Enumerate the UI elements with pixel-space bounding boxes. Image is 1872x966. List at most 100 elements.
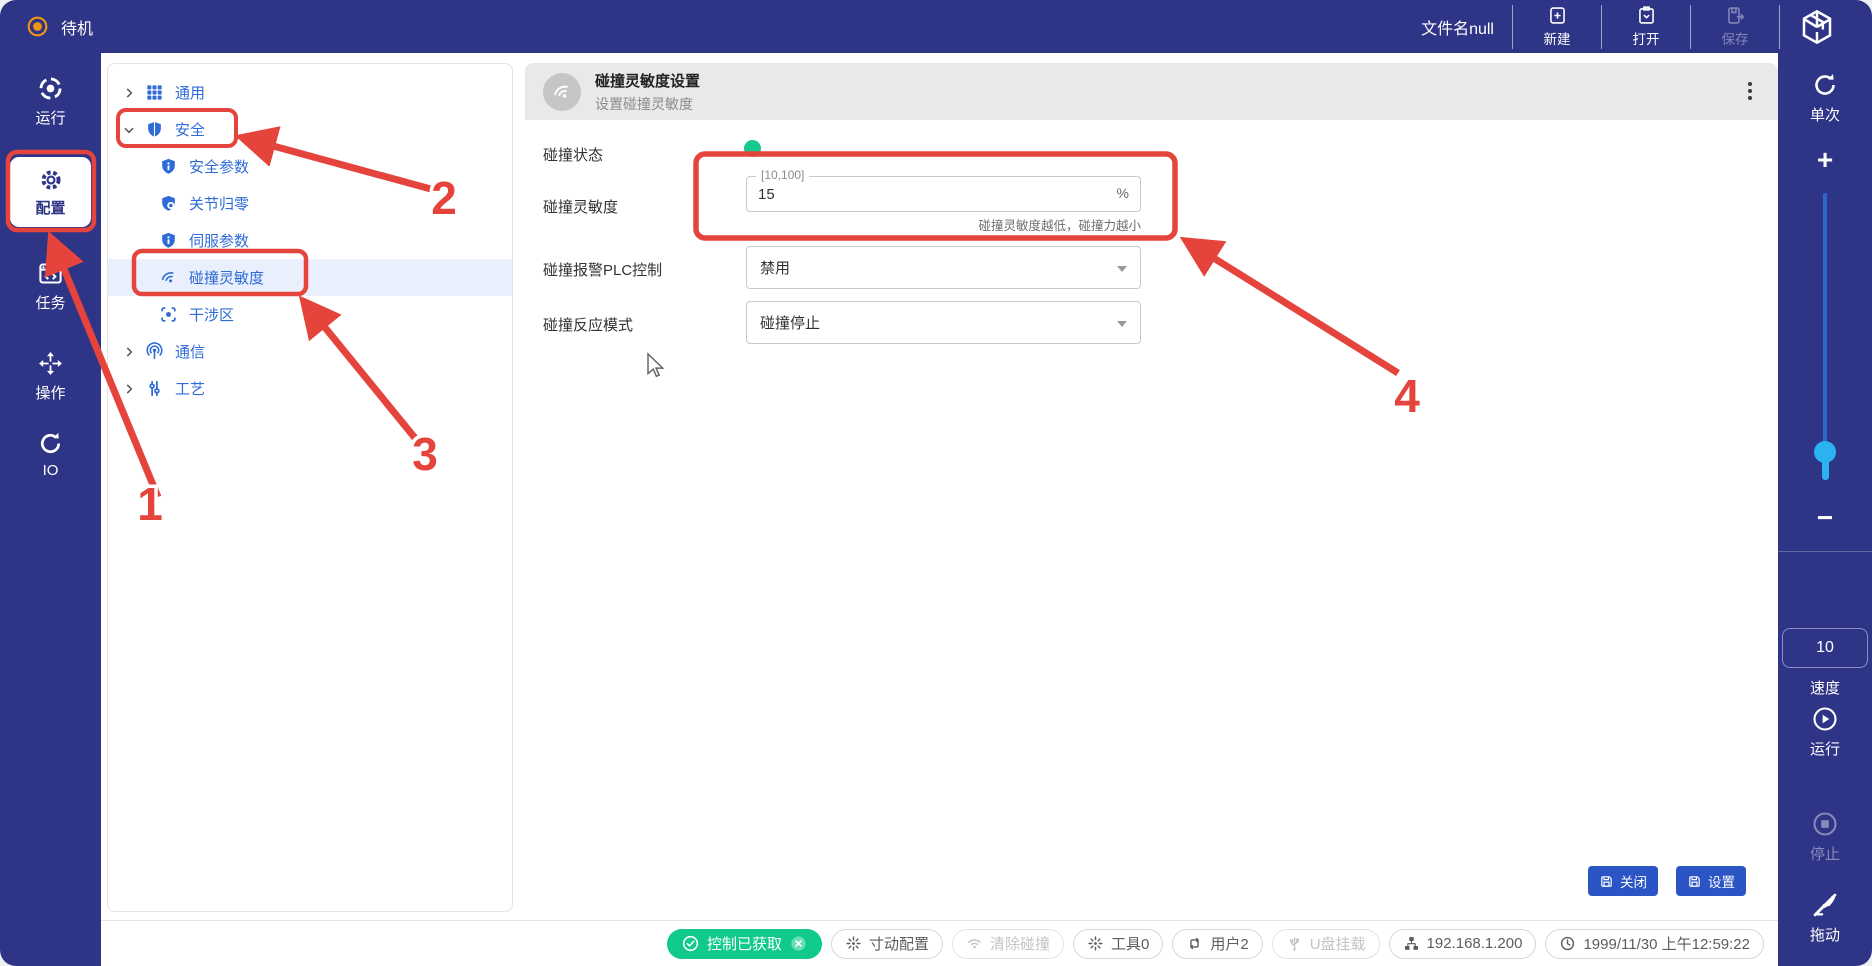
plc-control-select[interactable]: 禁用 <box>746 246 1141 289</box>
nav-item-io[interactable]: IO <box>0 430 101 479</box>
left-nav: 运行 配置 任务 操作 IO <box>0 53 101 966</box>
reaction-mode-value: 碰撞停止 <box>760 312 820 333</box>
tree-label: 工艺 <box>175 378 205 399</box>
sensitivity-note: 碰撞灵敏度越低，碰撞力越小 <box>746 215 1141 234</box>
stop-circle-icon <box>1811 810 1839 838</box>
user-frame-label: 用户2 <box>1210 933 1248 954</box>
status-bar: 控制已获取 寸动配置 清除碰撞 工具0 用户2 U盘挂载 <box>101 920 1778 966</box>
speed-slider[interactable] <box>1823 193 1827 478</box>
nav-item-operate[interactable]: 操作 <box>0 350 101 403</box>
nav-run-label: 运行 <box>35 107 65 128</box>
main-area: 通用 安全 安全参数 关节归零 伺服参数 碰撞灵敏度 <box>101 53 1778 966</box>
plc-control-label: 碰撞报警PLC控制 <box>543 259 662 280</box>
drag-mode-button[interactable]: 拖动 <box>1778 891 1872 945</box>
burst-icon <box>845 935 862 952</box>
collision-status-label: 碰撞状态 <box>543 144 603 165</box>
collision-wifi-icon <box>159 268 178 287</box>
tree-label: 伺服参数 <box>189 230 249 251</box>
apply-settings-button[interactable]: 设置 <box>1676 866 1746 896</box>
drag-mode-label: 拖动 <box>1810 924 1840 945</box>
clear-collision-button[interactable]: 清除碰撞 <box>952 929 1064 959</box>
tree-item-servo-params[interactable]: 伺服参数 <box>108 222 512 259</box>
shield-lock-icon <box>159 194 178 213</box>
nav-io-label: IO <box>43 462 59 479</box>
release-control-x-icon[interactable] <box>789 934 808 953</box>
tree-item-interference-zone[interactable]: 干涉区 <box>108 296 512 333</box>
new-file-button[interactable]: 新建 <box>1513 5 1601 48</box>
tree-item-process[interactable]: 工艺 <box>108 370 512 407</box>
run-button[interactable]: 运行 <box>1778 705 1872 759</box>
close-button[interactable]: 关闭 <box>1588 866 1658 896</box>
save-disk-icon <box>1599 874 1614 889</box>
tree-label: 干涉区 <box>189 304 234 325</box>
clear-collision-label: 清除碰撞 <box>990 933 1050 954</box>
open-file-button[interactable]: 打开 <box>1602 5 1690 48</box>
target-icon <box>37 75 64 102</box>
tree-label: 安全 <box>175 119 205 140</box>
tree-item-general[interactable]: 通用 <box>108 74 512 111</box>
speed-value-box[interactable]: 10 <box>1782 628 1868 668</box>
reaction-mode-label: 碰撞反应模式 <box>543 314 633 335</box>
control-acquired-badge[interactable]: 控制已获取 <box>667 929 822 959</box>
scan-zone-icon <box>159 305 178 324</box>
chevron-right-icon <box>122 86 136 100</box>
ip-address-label: 192.168.1.200 <box>1427 935 1523 952</box>
save-file-button[interactable]: 保存 <box>1691 5 1779 48</box>
sensitivity-input-group: [10,100] % <box>746 176 1141 212</box>
clock-icon <box>1559 935 1576 952</box>
collision-status-indicator <box>744 140 761 157</box>
speed-slider-thumb[interactable] <box>1814 441 1836 463</box>
nav-task-label: 任务 <box>35 292 65 313</box>
stop-button[interactable]: 停止 <box>1778 810 1872 864</box>
speed-decrease-button[interactable]: − <box>1778 508 1872 528</box>
tree-item-collision-sensitivity[interactable]: 碰撞灵敏度 <box>108 259 512 296</box>
tree-item-security-params[interactable]: 安全参数 <box>108 148 512 185</box>
ip-address-badge[interactable]: 192.168.1.200 <box>1389 929 1537 959</box>
tree-item-joint-zero[interactable]: 关节归零 <box>108 185 512 222</box>
usb-mount-button[interactable]: U盘挂载 <box>1272 929 1380 959</box>
broadcast-icon <box>145 342 164 361</box>
jog-config-button[interactable]: 寸动配置 <box>831 929 943 959</box>
more-options-kebab-icon[interactable] <box>1738 79 1762 103</box>
chevron-right-icon <box>122 345 136 359</box>
tool-select-label: 工具0 <box>1111 933 1149 954</box>
drag-arm-icon <box>1811 891 1839 919</box>
move-arrows-icon <box>37 350 64 377</box>
open-file-label: 打开 <box>1633 28 1660 48</box>
task-window-icon <box>37 260 64 287</box>
tree-label: 碰撞灵敏度 <box>189 267 264 288</box>
robot-state-icon <box>26 15 49 38</box>
usb-icon <box>1286 935 1303 952</box>
sensitivity-input[interactable] <box>758 182 1088 206</box>
datetime-badge[interactable]: 1999/11/30 上午12:59:22 <box>1545 929 1764 959</box>
top-bar: 待机 文件名null 新建 打开 保存 <box>0 0 1872 53</box>
sliders-icon <box>145 379 164 398</box>
chevron-down-icon <box>122 123 136 137</box>
file-save-icon <box>1725 5 1746 26</box>
close-button-label: 关闭 <box>1620 871 1647 891</box>
shield-info-icon <box>159 231 178 250</box>
user-frame-button[interactable]: 用户2 <box>1172 929 1262 959</box>
tree-item-communication[interactable]: 通信 <box>108 333 512 370</box>
gear-icon <box>38 167 64 193</box>
reaction-mode-select[interactable]: 碰撞停止 <box>746 301 1141 344</box>
speed-increase-button[interactable]: + <box>1778 150 1872 170</box>
nav-item-run[interactable]: 运行 <box>0 75 101 128</box>
nav-item-task[interactable]: 任务 <box>0 260 101 313</box>
robot-state-label: 待机 <box>61 15 93 39</box>
panel-title: 碰撞灵敏度设置 <box>595 70 700 91</box>
tree-item-security[interactable]: 安全 <box>108 111 512 148</box>
single-cycle-button[interactable]: 单次 <box>1778 71 1872 125</box>
caret-down-icon <box>1117 266 1127 272</box>
cycle-icon <box>1811 71 1839 99</box>
play-circle-icon <box>1811 705 1839 733</box>
tree-label: 通用 <box>175 82 205 103</box>
jog-config-label: 寸动配置 <box>869 933 929 954</box>
tool-select-button[interactable]: 工具0 <box>1073 929 1163 959</box>
settings-panel: 碰撞灵敏度设置 设置碰撞灵敏度 碰撞状态 碰撞灵敏度 [10,100] % 碰撞… <box>525 63 1778 912</box>
apply-settings-label: 设置 <box>1708 871 1735 891</box>
config-tree-panel: 通用 安全 安全参数 关节归零 伺服参数 碰撞灵敏度 <box>107 63 513 912</box>
nav-item-config-active[interactable]: 配置 <box>10 157 91 227</box>
rotate-frame-icon <box>1186 935 1203 952</box>
tree-label: 通信 <box>175 341 205 362</box>
